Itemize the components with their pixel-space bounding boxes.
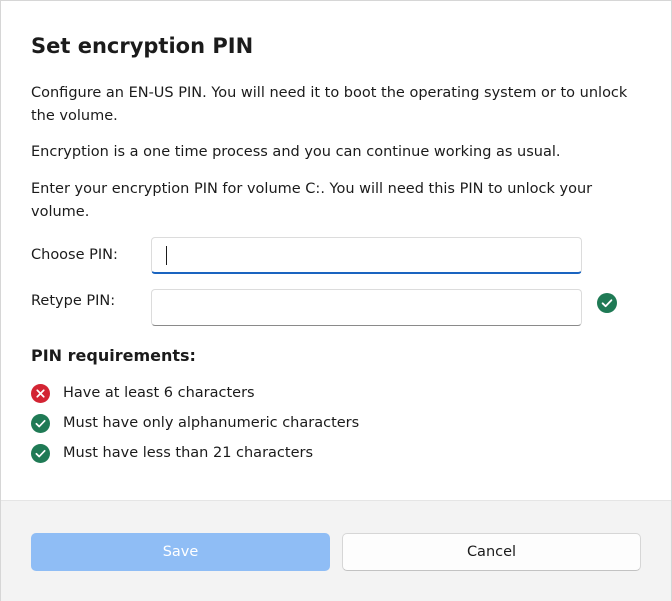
check-icon — [31, 443, 50, 463]
retype-pin-input[interactable] — [151, 289, 582, 326]
requirements-heading: PIN requirements: — [31, 346, 196, 365]
text-caret — [166, 246, 167, 265]
cancel-button[interactable]: Cancel — [342, 533, 641, 571]
dialog-footer: Save Cancel — [1, 500, 671, 601]
choose-pin-input[interactable] — [151, 237, 582, 274]
check-icon — [31, 413, 50, 433]
requirement-item: Must have only alphanumeric characters — [31, 413, 359, 433]
requirement-text: Must have less than 21 characters — [63, 445, 314, 461]
choose-pin-label: Choose PIN: — [31, 247, 118, 263]
encryption-pin-dialog: Set encryption PIN Configure an EN-US PI… — [0, 0, 672, 601]
dialog-title: Set encryption PIN — [31, 34, 254, 58]
check-icon — [597, 293, 617, 313]
retype-pin-label: Retype PIN: — [31, 293, 116, 309]
volume-instruction-text: Enter your encryption PIN for volume C:.… — [31, 181, 593, 220]
info-text: Encryption is a one time process and you… — [31, 144, 561, 160]
requirement-item: Must have less than 21 characters — [31, 443, 313, 463]
requirement-item: Have at least 6 characters — [31, 383, 255, 403]
instruction-text: Configure an EN-US PIN. You will need it… — [31, 85, 628, 124]
save-button[interactable]: Save — [31, 533, 330, 571]
requirement-text: Must have only alphanumeric characters — [63, 415, 360, 431]
error-icon — [31, 383, 50, 403]
requirement-text: Have at least 6 characters — [63, 385, 255, 401]
